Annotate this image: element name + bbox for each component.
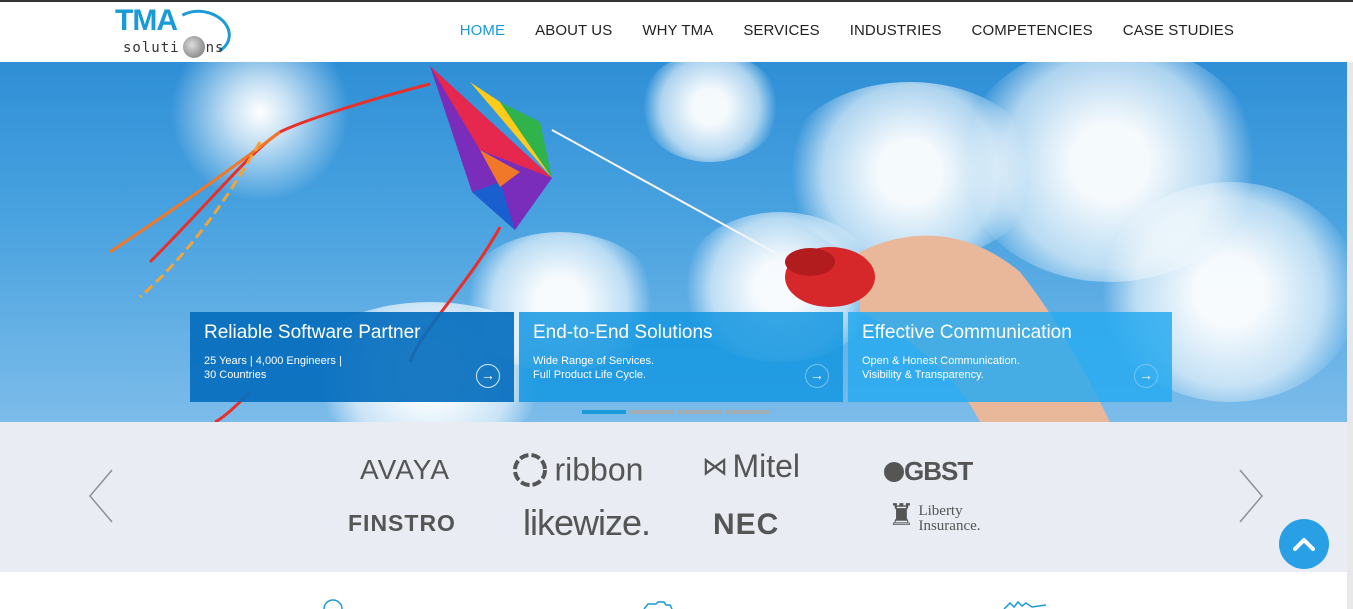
service-icon [1003,600,1047,609]
scrollbar[interactable] [1347,62,1353,609]
service-icon [643,601,673,609]
logo-ribbon: ribbon [510,450,643,490]
ribbon-mark-icon [513,453,547,487]
arrow-right-circle-icon[interactable]: → [476,364,500,388]
logo-tagline: soluti ns [123,40,225,56]
slider-dot[interactable] [582,410,626,414]
logo-insurance-text: Insurance. [918,518,981,534]
logo-nec: NEC [713,508,780,541]
partner-logos: AVAYA ribbon ⋈ Mitel GBST FINSTRO likewi… [0,422,1347,572]
logo-text: TMA [115,4,178,37]
card-title: Reliable Software Partner [204,322,421,343]
arrow-right-circle-icon[interactable]: → [805,364,829,388]
service-icon [323,599,343,609]
nav-competencies[interactable]: COMPETENCIES [972,22,1093,39]
nav-industries[interactable]: INDUSTRIES [850,22,942,39]
feature-card-partner[interactable]: Reliable Software Partner 25 Years | 4,0… [190,312,514,402]
logo-finstro: FINSTRO [348,510,456,536]
card-line: Full Product Life Cycle. [533,369,647,381]
slider-pagination [582,410,770,414]
card-line: 25 Years | 4,000 Engineers | [204,355,342,367]
site-header: TMA soluti ns HOME ABOUT US WHY TMA SERVI… [0,2,1353,62]
logo-gbst: GBST [884,456,973,487]
card-line: 30 Countries [204,369,267,381]
main-nav: HOME ABOUT US WHY TMA SERVICES INDUSTRIE… [460,22,1234,39]
logo-gbst-text: GBST [904,456,973,486]
services-section [0,572,1347,609]
chevron-right-icon[interactable] [1236,468,1266,524]
hero-slider: Reliable Software Partner 25 Years | 4,0… [0,62,1353,422]
arrow-right-circle-icon[interactable]: → [1134,364,1158,388]
slider-dot[interactable] [678,410,722,414]
card-title: Effective Communication [862,322,1072,343]
nav-case-studies[interactable]: CASE STUDIES [1123,22,1234,39]
globe-icon [183,36,205,58]
statue-of-liberty-icon: ♜ [888,499,915,532]
back-to-top-button[interactable] [1279,519,1329,569]
slider-dot[interactable] [630,410,674,414]
card-title: End-to-End Solutions [533,322,713,343]
chevron-left-icon[interactable] [88,468,118,524]
nav-services[interactable]: SERVICES [743,22,819,39]
feature-card-communication[interactable]: Effective Communication Open & Honest Co… [848,312,1172,402]
chevron-up-icon [1293,538,1315,552]
mitel-mark-icon: ⋈ [702,451,728,481]
gbst-mark-icon [884,462,904,482]
logo-likewize: likewize. [523,502,651,543]
slider-dot[interactable] [726,410,770,414]
logo-mitel-text: Mitel [732,448,801,484]
logo-avaya: AVAYA [360,454,451,485]
feature-card-solutions[interactable]: End-to-End Solutions Wide Range of Servi… [519,312,843,402]
nav-about-us[interactable]: ABOUT US [535,22,612,39]
card-line: Wide Range of Services. [533,355,655,367]
logo-liberty-text: Liberty [918,503,963,519]
logo-ribbon-text: ribbon [554,451,644,488]
card-line: Visibility & Transparency. [862,369,984,381]
tma-logo[interactable]: TMA soluti ns [113,4,238,61]
card-line: Open & Honest Communication. [862,355,1020,367]
nav-home[interactable]: HOME [460,22,505,39]
section-icons [323,599,1047,609]
logo-mitel: ⋈ Mitel [702,448,800,485]
nav-why-tma[interactable]: WHY TMA [642,22,713,39]
logo-liberty-insurance: ♜ Liberty Insurance. [888,496,981,536]
